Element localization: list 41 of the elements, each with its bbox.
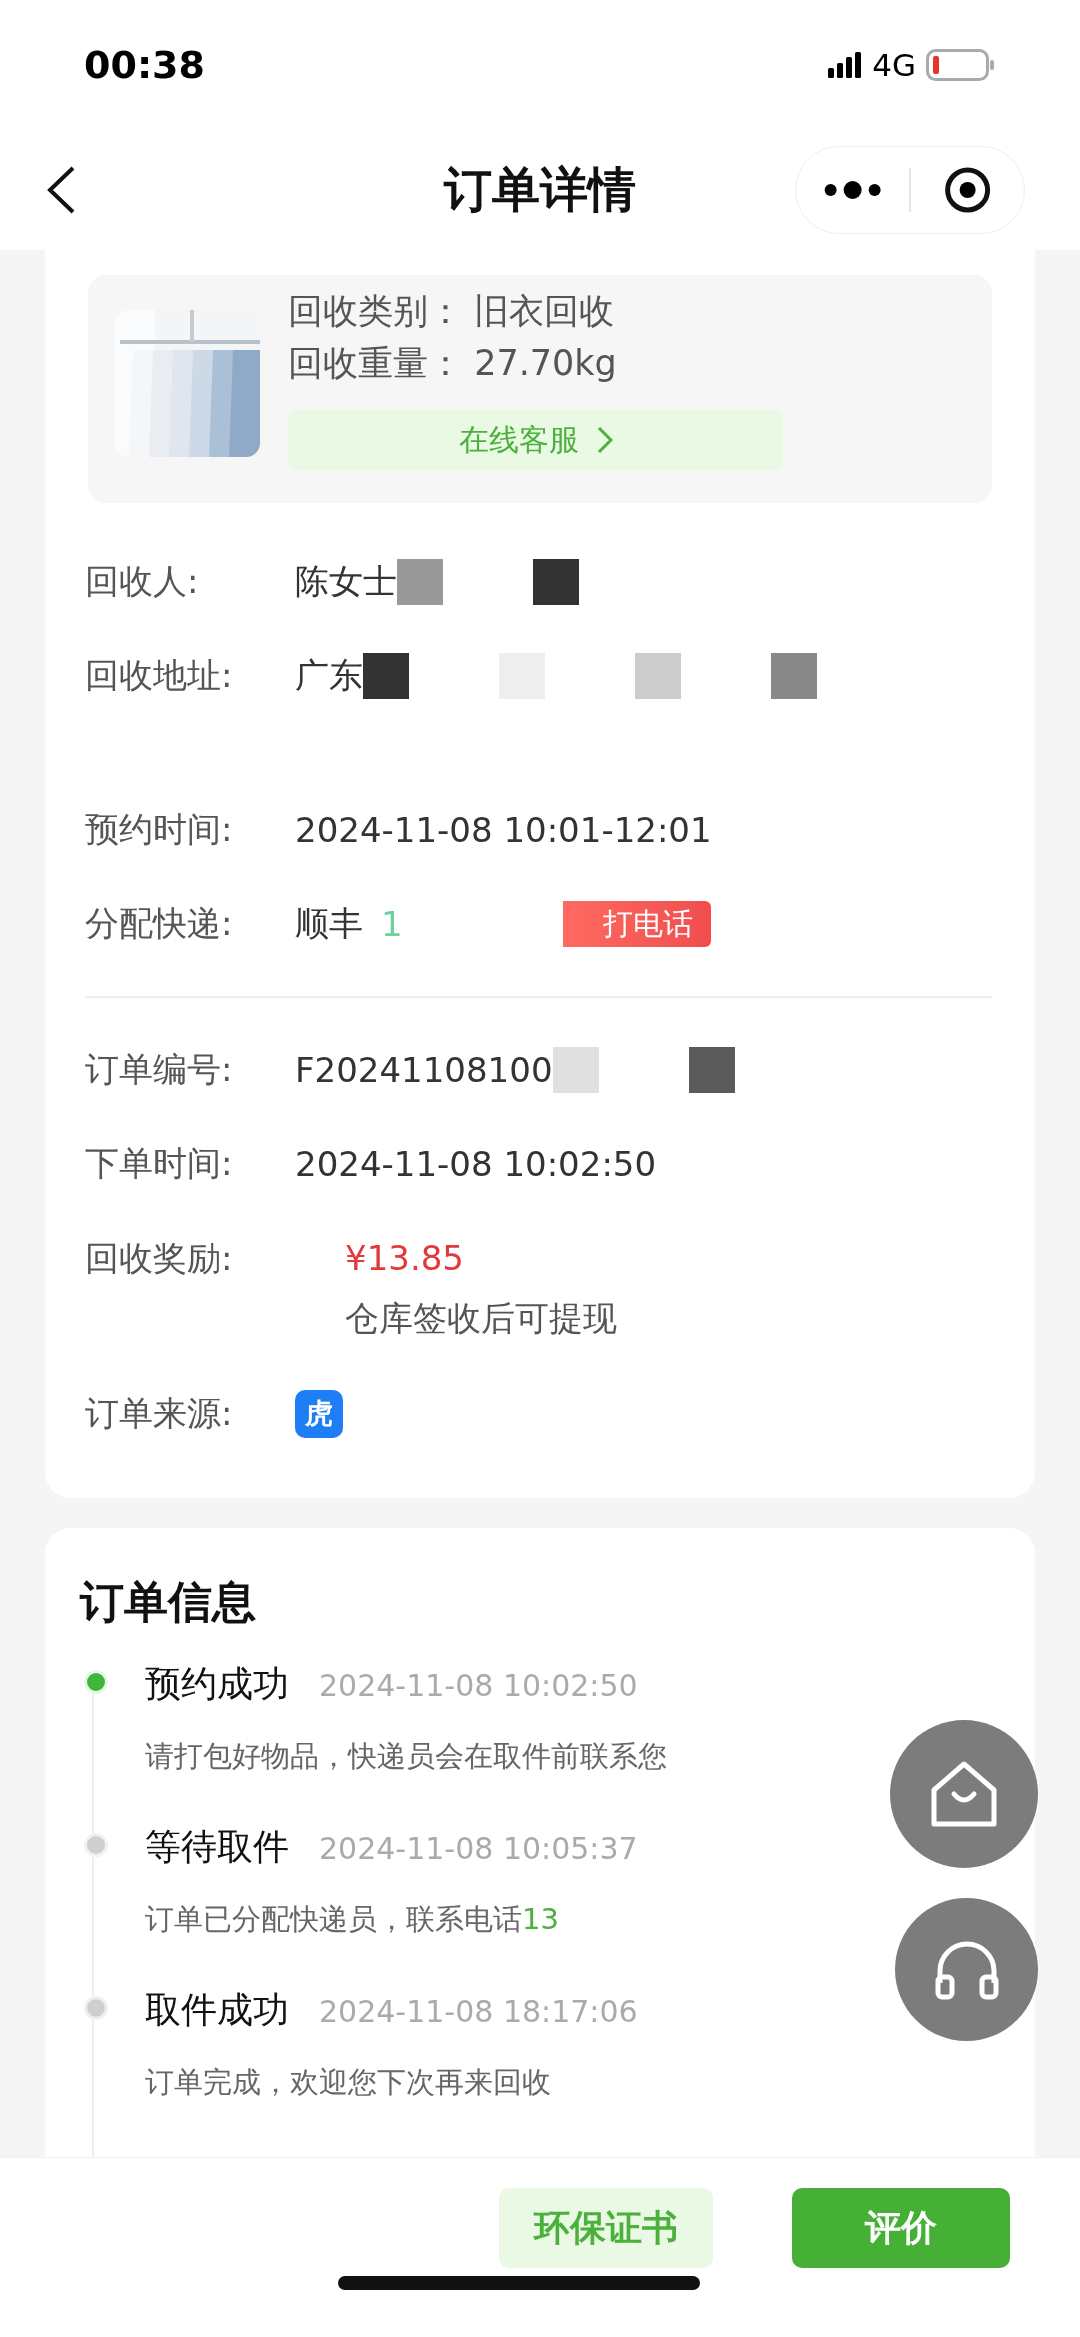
event-detail: 订单完成，欢迎您下次再来回收	[145, 2064, 552, 2101]
event-detail: 请打包好物品，快递员会在取件前联系您	[145, 1738, 668, 1775]
review-button[interactable]: 评价	[792, 2188, 1010, 2268]
chevron-right-icon	[596, 426, 613, 454]
clock: 00:38	[84, 43, 205, 87]
field-label: 预约时间:	[85, 808, 234, 851]
certificate-button[interactable]: 环保证书	[499, 2188, 713, 2268]
event-time: 2024-11-08 18:17:06	[319, 1994, 638, 2029]
field-label: 回收奖励:	[85, 1237, 234, 1280]
field-value: F20241108100	[295, 1050, 553, 1090]
event-detail: 订单已分配快递员，联系电话13	[145, 1901, 560, 1938]
field-label: 分配快递:	[85, 902, 234, 945]
event-time: 2024-11-08 10:02:50	[319, 1668, 638, 1703]
field-label: 回收地址:	[85, 654, 234, 697]
reward-amount: ¥13.85	[345, 1237, 465, 1280]
event-time: 2024-11-08 10:05:37	[319, 1831, 638, 1866]
event-title: 取件成功	[145, 1988, 289, 2032]
event-title: 等待取件	[145, 1825, 289, 1869]
field-label: 订单编号:	[85, 1048, 234, 1091]
customer-service-button[interactable]: 在线客服	[288, 410, 783, 470]
battery-icon	[926, 49, 994, 81]
network-label: 4G	[872, 47, 916, 83]
page-title: 订单详情	[444, 160, 636, 219]
section-title: 订单信息	[80, 1575, 257, 1629]
field-value: 陈女士	[295, 560, 397, 603]
goods-info: 回收重量： 27.70kg	[288, 342, 618, 385]
field-label: 订单来源:	[85, 1392, 234, 1435]
field-value: 2024-11-08 10:01-12:01	[295, 810, 712, 850]
phone-number: 1	[381, 904, 403, 944]
field-value: 广东	[295, 654, 363, 697]
goods-info: 回收类别： 旧衣回收	[288, 290, 616, 333]
field-label: 回收人:	[85, 560, 200, 603]
reward-note: 仓库签收后可提现	[345, 1297, 617, 1340]
source-badge: 虎	[295, 1390, 343, 1438]
signal-icon	[828, 52, 863, 78]
call-button[interactable]: 打电话	[562, 901, 711, 947]
event-title: 预约成功	[145, 1662, 289, 1706]
field-value: 顺丰	[295, 902, 363, 945]
field-value: 2024-11-08 10:02:50	[295, 1144, 657, 1184]
back-icon[interactable]	[45, 165, 77, 215]
field-label: 下单时间:	[85, 1142, 234, 1185]
